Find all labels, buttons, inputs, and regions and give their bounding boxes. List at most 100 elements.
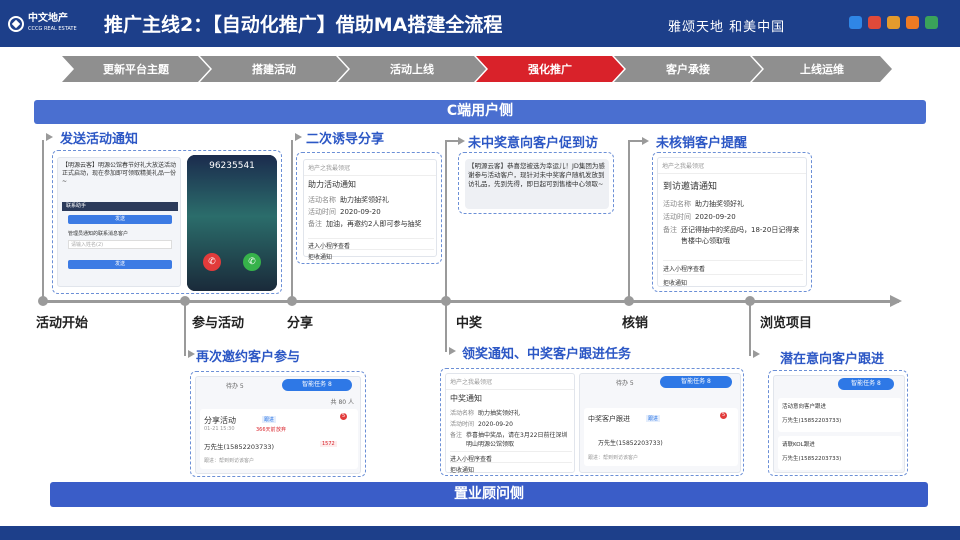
sms-text-2: 【明源云客】恭喜您被选为幸运儿！JD集团为感谢参与活动客户，现针对未中奖客户随机… (465, 159, 609, 209)
app-icon-5 (925, 16, 938, 29)
field-label: 活动名称 (308, 196, 336, 204)
connector (445, 304, 447, 352)
customer-name: 万先生(15852203733) (204, 443, 275, 451)
tab-smart-task[interactable]: 智能任务 8 (838, 378, 894, 390)
node-label-share: 分享 (287, 316, 314, 331)
connector (749, 304, 751, 356)
step-5: 客户承接 (614, 56, 762, 82)
award-followup-panel: 地产之我最领冠 中奖通知 活动名称 助力抽奖领好礼 活动时间 2020-09-20 … (440, 368, 744, 476)
name-input[interactable]: 请输入姓名(2) (68, 240, 172, 249)
step-1: 更新平台主题 (62, 56, 210, 82)
annot-reinvite: 再次邀约客户参与 (196, 350, 301, 365)
app-icon-1 (849, 16, 862, 29)
share-card: 地产之我最领冠 助力活动通知 活动名称 助力抽奖领好礼 活动时间 2020-09-2… (303, 159, 437, 261)
send-button-1[interactable]: 发送 (68, 215, 172, 224)
task-item[interactable]: 活动意向客户跟进 万先生(15852203733) (778, 398, 902, 432)
task-date: 01-21 15:30 (204, 426, 235, 432)
tab-smart-task[interactable]: 智能任务 8 (660, 376, 732, 388)
accept-call-icon[interactable]: ✆ (243, 253, 261, 271)
field-value: 助力抽奖领好礼 (340, 196, 389, 204)
timeline-line (44, 300, 899, 303)
task-screen: 待办 5 智能任务 8 共 80 人 分享活动 跟进 5 01-21 15:30… (195, 376, 361, 474)
pointer-icon (458, 137, 465, 145)
wechat-title: 联系助手 (62, 202, 178, 211)
connector (628, 140, 630, 298)
field-value: 还记得抽中的奖品吗，18-20日记得来售楼中心领取哦 (681, 226, 800, 245)
task-footer: 跟进：帮到到访该客户 (588, 455, 639, 461)
app-icon-2 (868, 16, 881, 29)
invite-card: 地产之我最领冠 到访邀请通知 活动名称 助力抽奖领好礼 活动时间 2020-09-2… (657, 157, 807, 287)
logo-name: 中文地产 (28, 13, 68, 24)
task-title: 分享活动 (204, 416, 236, 425)
task-item[interactable]: 中奖客户跟进 跟进 5 万先生(15852203733) 跟进：帮到到访该客户 (584, 408, 738, 466)
connector (291, 140, 293, 298)
app-name: 地产之我最领冠 (662, 163, 705, 170)
app-name: 地产之我最领冠 (308, 165, 351, 172)
header-bar: 中文地产 CCCG REAL ESTATE 推广主线2：【自动化推广】借助MA搭建… (0, 0, 960, 47)
send-notice-panel: 【明源云客】明源公馆春节好礼大放送活动正式启动，现在参加即可领取精美礼品一份~ … (52, 150, 282, 294)
task-title: 中奖客户跟进 (588, 415, 630, 423)
slogan: 雅颂天地 和美中国 (668, 20, 786, 35)
node-label-win: 中奖 (456, 316, 483, 331)
app-icons (849, 16, 938, 29)
pointer-icon (295, 133, 302, 141)
node-label-browse: 浏览项目 (760, 316, 813, 331)
page-title: 推广主线2：【自动化推广】借助MA搭建全流程 (104, 14, 503, 36)
reject-notice-link[interactable]: 拒收通知 (308, 249, 434, 261)
decline-call-icon[interactable]: ✆ (203, 253, 221, 271)
tab-smart-task[interactable]: 智能任务 8 (282, 379, 352, 391)
form-label: 管理员通知的联系消息客户 (68, 231, 129, 237)
logo-subtitle: CCCG REAL ESTATE (28, 26, 77, 32)
tab-todo[interactable]: 待办 5 (616, 378, 634, 387)
card-title: 中奖通知 (450, 394, 482, 403)
reinvite-panel: 待办 5 智能任务 8 共 80 人 分享活动 跟进 5 01-21 15:30… (190, 371, 366, 477)
business-side-band: 置业顾问侧 (50, 482, 928, 507)
card-title: 到访邀请通知 (663, 182, 718, 192)
app-icon-4 (906, 16, 919, 29)
potential-followup-panel: 智能任务 8 活动意向客户跟进 万先生(15852203733) 请联KOL跟进… (768, 370, 908, 476)
unwon-visit-panel: 【明源云客】恭喜您被选为幸运儿！JD集团为感谢参与活动客户，现针对未中奖客户随机… (458, 152, 614, 214)
pointer-icon (753, 350, 760, 358)
customer-count: 共 80 人 (330, 399, 354, 406)
node-label-join: 参与活动 (192, 316, 245, 331)
sms-screen: 【明源云客】明源公馆春节好礼大放送活动正式启动，现在参加即可领取精美礼品一份~ … (57, 157, 181, 287)
connector (42, 140, 44, 298)
field-value: 助力抽奖领好礼 (478, 410, 521, 417)
node-label-redeem: 核销 (622, 316, 649, 331)
field-label: 备注 (308, 220, 322, 228)
send-button-2[interactable]: 发送 (68, 260, 172, 269)
field-value: 2020-09-20 (478, 421, 513, 428)
task-screen-3: 智能任务 8 活动意向客户跟进 万先生(15852203733) 请联KOL跟进… (773, 375, 905, 473)
unredeemed-panel: 地产之我最领冠 到访邀请通知 活动名称 助力抽奖领好礼 活动时间 2020-09-2… (652, 152, 812, 292)
open-miniprogram-link[interactable]: 进入小程序查看 (663, 260, 803, 273)
field-label: 活动名称 (450, 410, 475, 417)
task-footer: 跟进：帮到到访该客户 (204, 458, 255, 464)
field-label: 活动时间 (663, 213, 691, 221)
reject-notice-link[interactable]: 拒收通知 (450, 462, 572, 474)
annot-unredeemed: 未核销客户提醒 (656, 136, 748, 151)
field-value: 加油，再邀约2人即可参与抽奖 (326, 220, 422, 228)
company-logo: 中文地产 CCCG REAL ESTATE (8, 6, 98, 42)
task-stat: 放弃 (276, 427, 287, 433)
task-item[interactable]: 分享活动 跟进 5 01-21 15:30 366天前 放弃 万先生(15852… (200, 409, 358, 469)
footer-bar (0, 526, 960, 540)
connector (445, 140, 447, 298)
timeline-arrow-icon (890, 295, 902, 307)
annot-award-followup: 领奖通知、中奖客户跟进任务 (462, 347, 632, 362)
field-label: 活动时间 (450, 421, 475, 428)
task-item[interactable]: 请联KOL跟进 万先生(15852203733) (778, 436, 902, 470)
reject-notice-link[interactable]: 拒收通知 (663, 274, 803, 287)
field-value: 助力抽奖领好礼 (695, 200, 744, 208)
sms-text: 【明源云客】明源公馆春节好礼大放送活动正式启动，现在参加即可领取精美礼品一份~ (62, 162, 177, 185)
card-title: 助力活动通知 (308, 180, 356, 189)
task-title: 请联KOL跟进 (782, 442, 815, 448)
field-label: 备注 (663, 226, 677, 234)
pointer-icon (46, 133, 53, 141)
connector (628, 140, 642, 142)
tab-todo[interactable]: 待办 5 (226, 381, 244, 390)
field-label: 备注 (450, 432, 463, 439)
phone-mask: 1572 (320, 441, 337, 447)
annot-send-notice: 发送活动通知 (60, 132, 139, 147)
step-2: 搭建活动 (200, 56, 348, 82)
step-4-active: 强化推广 (476, 56, 624, 82)
